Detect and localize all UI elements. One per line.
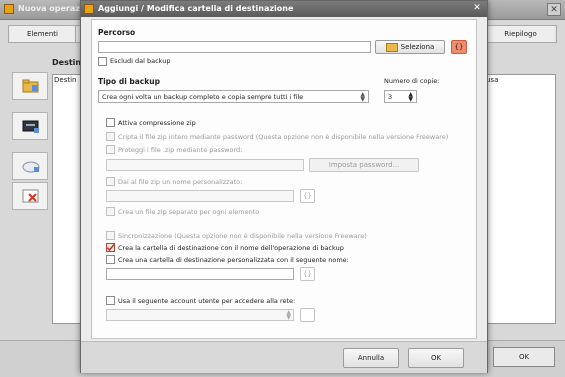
background-window-title: Nuova operazio [18, 4, 89, 13]
cripta-label: Cripta il file zip intero mediante passw… [118, 133, 449, 141]
tab-elementi[interactable]: Elementi [10, 26, 76, 42]
cartella-personalizzata-input[interactable] [106, 268, 294, 280]
percorso-variables-button[interactable]: {} [451, 40, 467, 54]
stepper-arrows-icon[interactable]: ▲ ▼ [408, 92, 413, 103]
add-server-button[interactable] [12, 112, 48, 140]
tab-riepilogo[interactable]: Riepilogo [486, 26, 554, 42]
escludi-checkbox[interactable] [98, 57, 107, 66]
destinations-section-title: Destin [52, 58, 82, 67]
add-cloud-button[interactable] [12, 152, 48, 180]
dialog-close-button[interactable]: ✕ [471, 3, 483, 14]
sincronizzazione-label: Sincronizzazione (Questa opzione non è d… [118, 232, 367, 240]
sincronizzazione-checkbox[interactable] [106, 231, 115, 240]
warning-icon [4, 4, 14, 14]
tipo-backup-value: Crea ogni volta un backup completo e cop… [102, 93, 304, 101]
nome-zip-variables-button[interactable]: {} [300, 189, 315, 203]
zip-label: Attiva compressione zip [118, 119, 196, 127]
destination-toolbar [10, 72, 50, 292]
cloud-add-icon [22, 161, 40, 173]
table-column-destination: Destin [54, 76, 77, 84]
crea-cartella-checkbox[interactable] [106, 243, 115, 252]
checkmark-icon [106, 243, 115, 252]
percorso-input[interactable] [98, 41, 371, 53]
proteggi-checkbox[interactable] [106, 145, 115, 154]
dai-nome-label: Dai al file zip un nome personalizzato: [118, 178, 243, 186]
separato-checkbox[interactable] [106, 207, 115, 216]
server-icon [22, 120, 39, 133]
background-close-button[interactable]: ✕ [547, 3, 561, 16]
background-ok-button[interactable]: OK [493, 347, 555, 367]
tipo-backup-select[interactable]: Crea ogni volta un backup completo e cop… [98, 90, 369, 103]
zip-checkbox[interactable] [106, 118, 115, 127]
separato-label: Crea un file zip separato per ogni eleme… [118, 208, 260, 216]
dai-nome-checkbox[interactable] [106, 177, 115, 186]
imposta-password-button[interactable]: Imposta password... [309, 158, 419, 172]
dialog-body: Percorso Seleziona {} Escludi dal backup… [91, 19, 477, 339]
destination-dialog: Aggiungi / Modifica cartella di destinaz… [80, 0, 488, 373]
numero-copie-label: Numero di copie: [384, 77, 440, 85]
account-select[interactable]: ▲ ▼ [106, 309, 294, 321]
account-label: Usa il seguente account utente per acced… [118, 297, 296, 305]
annulla-button[interactable]: Annulla [343, 348, 399, 368]
account-arrows-icon: ▲ ▼ [286, 309, 291, 321]
ok-button[interactable]: OK [408, 348, 464, 368]
numero-copie-value: 3 [388, 93, 393, 101]
delete-icon [22, 189, 39, 203]
select-arrows-icon: ▲ ▼ [360, 91, 365, 103]
tipo-backup-label: Tipo di backup [98, 77, 160, 86]
cartella-variables-button[interactable]: {} [300, 267, 315, 281]
crea-personalizzata-label: Crea una cartella di destinazione person… [118, 256, 349, 264]
password-input[interactable] [106, 159, 304, 171]
nome-zip-input[interactable] [106, 190, 294, 202]
add-folder-icon [22, 79, 39, 93]
crea-cartella-label: Crea la cartella di destinazione con il … [118, 244, 344, 252]
account-extra-button[interactable] [300, 308, 315, 322]
percorso-label: Percorso [98, 28, 136, 37]
crea-personalizzata-checkbox[interactable] [106, 255, 115, 264]
seleziona-button[interactable]: Seleziona [375, 40, 445, 54]
warning-icon [84, 4, 94, 14]
dialog-title: Aggiungi / Modifica cartella di destinaz… [98, 4, 294, 13]
numero-copie-stepper[interactable]: 3 ▲ ▼ [384, 90, 417, 103]
account-checkbox[interactable] [106, 296, 115, 305]
cripta-checkbox[interactable] [106, 132, 115, 141]
folder-icon [385, 42, 398, 52]
add-folder-button[interactable] [12, 72, 48, 100]
remove-destination-button[interactable] [12, 182, 48, 210]
seleziona-label: Seleziona [400, 43, 435, 51]
proteggi-label: Proteggi i file .zip mediante password: [118, 146, 243, 154]
escludi-label: Escludi dal backup [110, 57, 171, 65]
